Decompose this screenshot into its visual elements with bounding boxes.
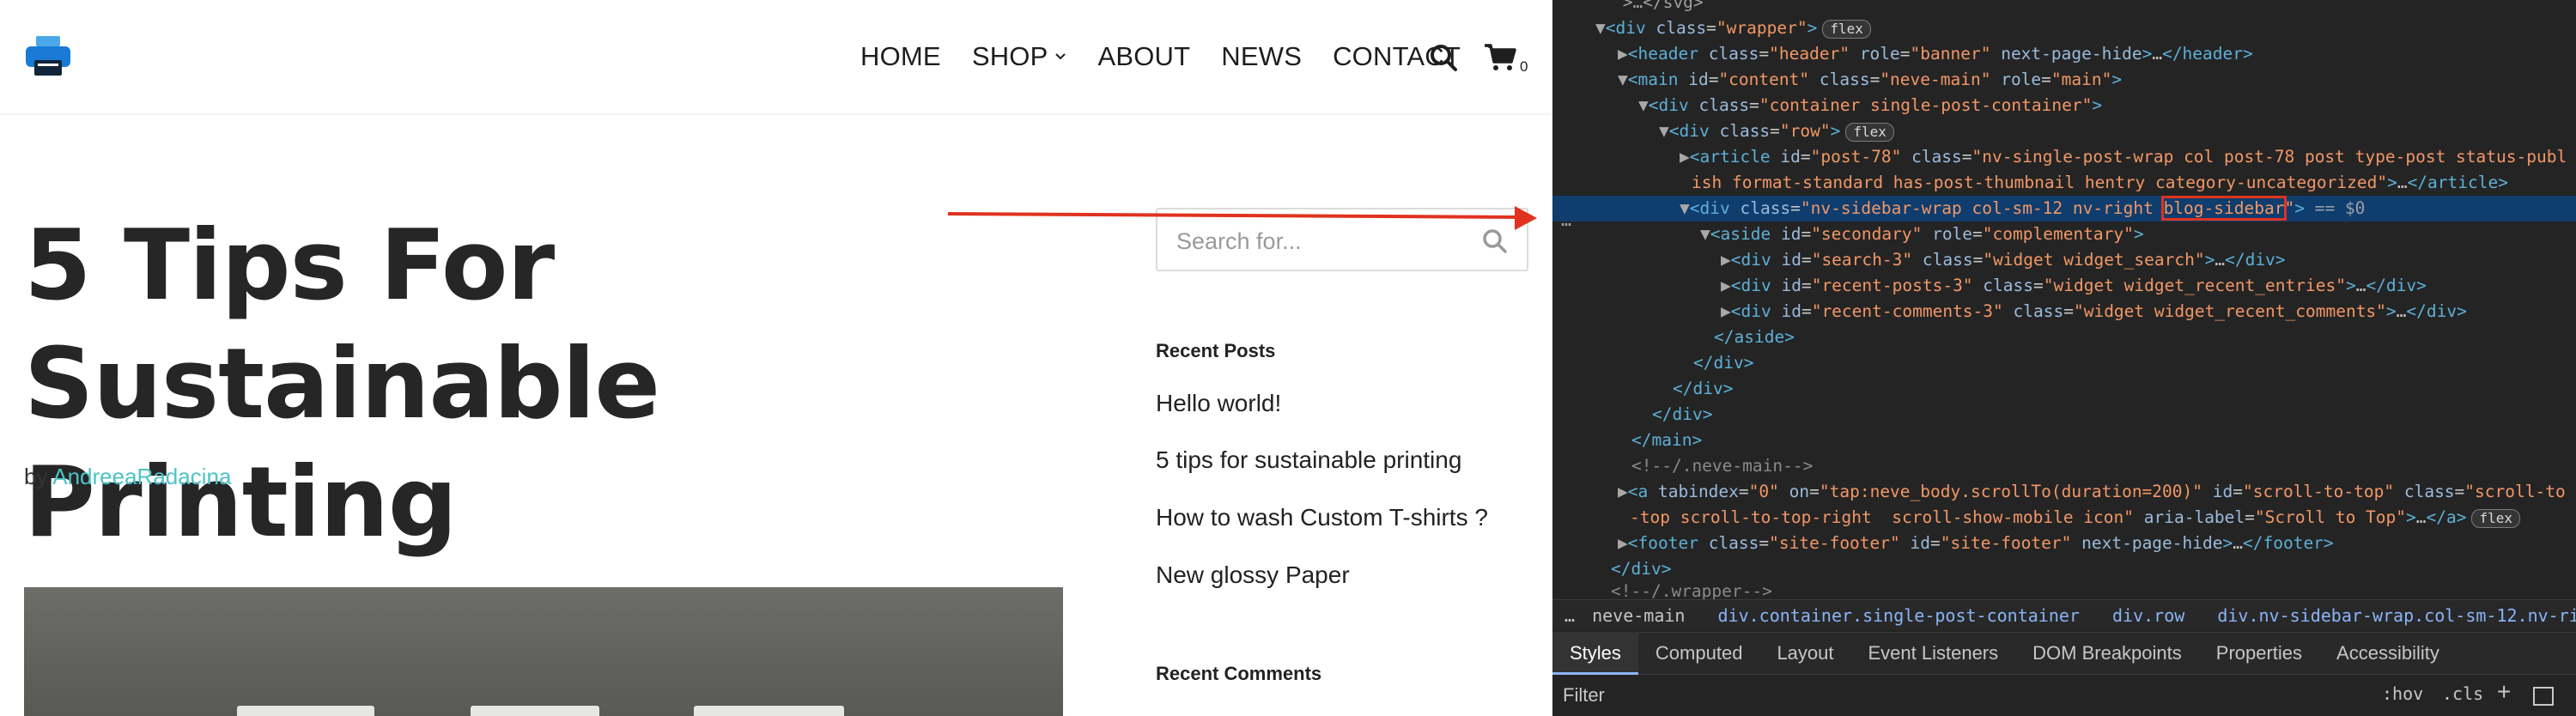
dom-node: -top scroll-to-top-right scroll-show-mob… (1552, 505, 2576, 531)
sidebar-search-input[interactable] (1176, 225, 1468, 258)
tab-layout[interactable]: Layout (1759, 632, 1850, 675)
dom-node-selected[interactable]: ▼<div class="nv-sidebar-wrap col-sm-12 n… (1552, 196, 2576, 221)
sidebar-search-widget (1156, 208, 1528, 271)
featured-image (24, 587, 1063, 716)
dom-node[interactable]: ▶<div id="recent-posts-3" class="widget … (1552, 273, 2576, 299)
main-nav: HOME SHOP ABOUT NEWS CONTACT (860, 38, 1492, 76)
dom-node[interactable]: ▼<div class="row"> flex (1552, 118, 2576, 144)
paper-sheet (471, 706, 599, 716)
dom-node[interactable]: ">…</svg> (1552, 0, 2576, 15)
cart-icon[interactable] (1484, 43, 1516, 72)
chevron-down-icon (1055, 53, 1066, 60)
breadcrumb-item[interactable]: div.nv-sidebar-wrap.col-sm-12.nv-right.b… (2217, 605, 2576, 626)
cls-toggle[interactable]: .cls (2442, 683, 2483, 704)
post-title-line2: Printing (24, 446, 458, 559)
hov-toggle[interactable]: :hov (2382, 683, 2423, 704)
post-title: 5 Tips For Sustainable Printing (24, 206, 1020, 561)
tab-styles[interactable]: Styles (1552, 632, 1638, 675)
breadcrumb-ellipsis[interactable]: … (1564, 605, 1575, 626)
search-icon[interactable] (1429, 43, 1458, 72)
author-link[interactable]: AndreeaRadacina (52, 464, 231, 489)
dom-node[interactable]: ▶<footer class="site-footer" id="site-fo… (1552, 531, 2576, 556)
website-viewport: HOME SHOP ABOUT NEWS CONTACT 0 5 Tips Fo… (0, 0, 1552, 716)
paper-sheet (694, 706, 844, 716)
dom-breadcrumb: … neve-main div.container.single-post-co… (1552, 599, 2576, 630)
tab-dom-breakpoints[interactable]: DOM Breakpoints (2015, 632, 2199, 675)
dom-node[interactable]: </main> (1552, 428, 2576, 453)
site-header: HOME SHOP ABOUT NEWS CONTACT 0 (0, 0, 1552, 115)
post-byline: by AndreeaRadacina (24, 464, 231, 490)
highlighted-class-blog-sidebar: blog-sidebar (2160, 196, 2287, 221)
search-submit-icon[interactable] (1480, 227, 1510, 256)
devtools-panel: ">…</svg> ▼<div class="wrapper"> flex ▶<h… (1552, 0, 2576, 716)
recent-post-link[interactable]: New glossy Paper (1156, 561, 1350, 589)
new-style-rule-button[interactable]: + (2497, 678, 2511, 706)
dom-node[interactable]: </div> (1552, 402, 2576, 428)
dom-node: ish format-standard has-post-thumbnail h… (1692, 173, 2508, 192)
dom-comment[interactable]: <!--/.neve-main--> (1552, 453, 2576, 479)
dom-node[interactable]: ▶<div id="recent-comments-3" class="widg… (1552, 299, 2576, 325)
dom-node[interactable]: ▶<header class="header" role="banner" ne… (1552, 41, 2576, 67)
devtools-subtabs: Styles Computed Layout Event Listeners D… (1552, 632, 2576, 675)
paper-sheet (237, 706, 374, 716)
dom-node[interactable]: ▶<div id="search-3" class="widget widget… (1552, 247, 2576, 273)
dom-node[interactable]: </div> (1552, 376, 2576, 402)
nav-home[interactable]: HOME (860, 41, 941, 72)
recent-post-link[interactable]: 5 tips for sustainable printing (1156, 446, 1461, 474)
dom-node[interactable]: ▼<aside id="secondary" role="complementa… (1552, 221, 2576, 247)
breadcrumb-item[interactable]: neve-main (1592, 605, 1685, 626)
dom-node[interactable]: </div> (1552, 350, 2576, 376)
post-title-line1: 5 Tips For Sustainable (24, 209, 660, 440)
dom-tree: ">…</svg> ▼<div class="wrapper"> flex ▶<h… (1552, 0, 2576, 601)
dom-node[interactable]: ▶<article id="post-78" class="nv-single-… (1552, 144, 2576, 170)
recent-comments-heading: Recent Comments (1156, 663, 1322, 684)
tab-properties[interactable]: Properties (2199, 632, 2319, 675)
printer-logo-icon[interactable] (26, 36, 70, 77)
styles-filter-bar: :hov .cls + (1552, 675, 2576, 716)
dom-node[interactable]: ▼<div class="wrapper"> flex (1552, 15, 2576, 41)
breadcrumb-item[interactable]: div.row (2112, 605, 2184, 626)
nav-news[interactable]: NEWS (1221, 41, 1302, 72)
tab-event-listeners[interactable]: Event Listeners (1851, 632, 2016, 675)
byline-prefix: by (24, 464, 53, 489)
recent-post-link[interactable]: How to wash Custom T-shirts ? (1156, 504, 1488, 531)
styles-filter-input[interactable] (1563, 682, 2164, 709)
dom-node[interactable]: ▼<main id="content" class="neve-main" ro… (1552, 67, 2576, 93)
toggle-sidebar-icon[interactable] (2533, 687, 2554, 706)
dom-node[interactable]: ▶<a tabindex="0" on="tap:neve_body.scrol… (1552, 479, 2576, 505)
dom-node[interactable]: ▼<div class="container single-post-conta… (1552, 93, 2576, 118)
recent-post-link[interactable]: Hello world! (1156, 390, 1281, 417)
tab-accessibility[interactable]: Accessibility (2319, 632, 2457, 675)
nav-shop[interactable]: SHOP (972, 41, 1067, 72)
cart-count-badge: 0 (1520, 58, 1528, 75)
dom-node[interactable]: </aside> (1552, 325, 2576, 350)
breadcrumb-item[interactable]: div.container.single-post-container (1718, 605, 2080, 626)
nav-about[interactable]: ABOUT (1097, 41, 1190, 72)
recent-posts-heading: Recent Posts (1156, 340, 1276, 361)
tab-computed[interactable]: Computed (1638, 632, 1760, 675)
nav-shop-label: SHOP (971, 41, 1048, 71)
